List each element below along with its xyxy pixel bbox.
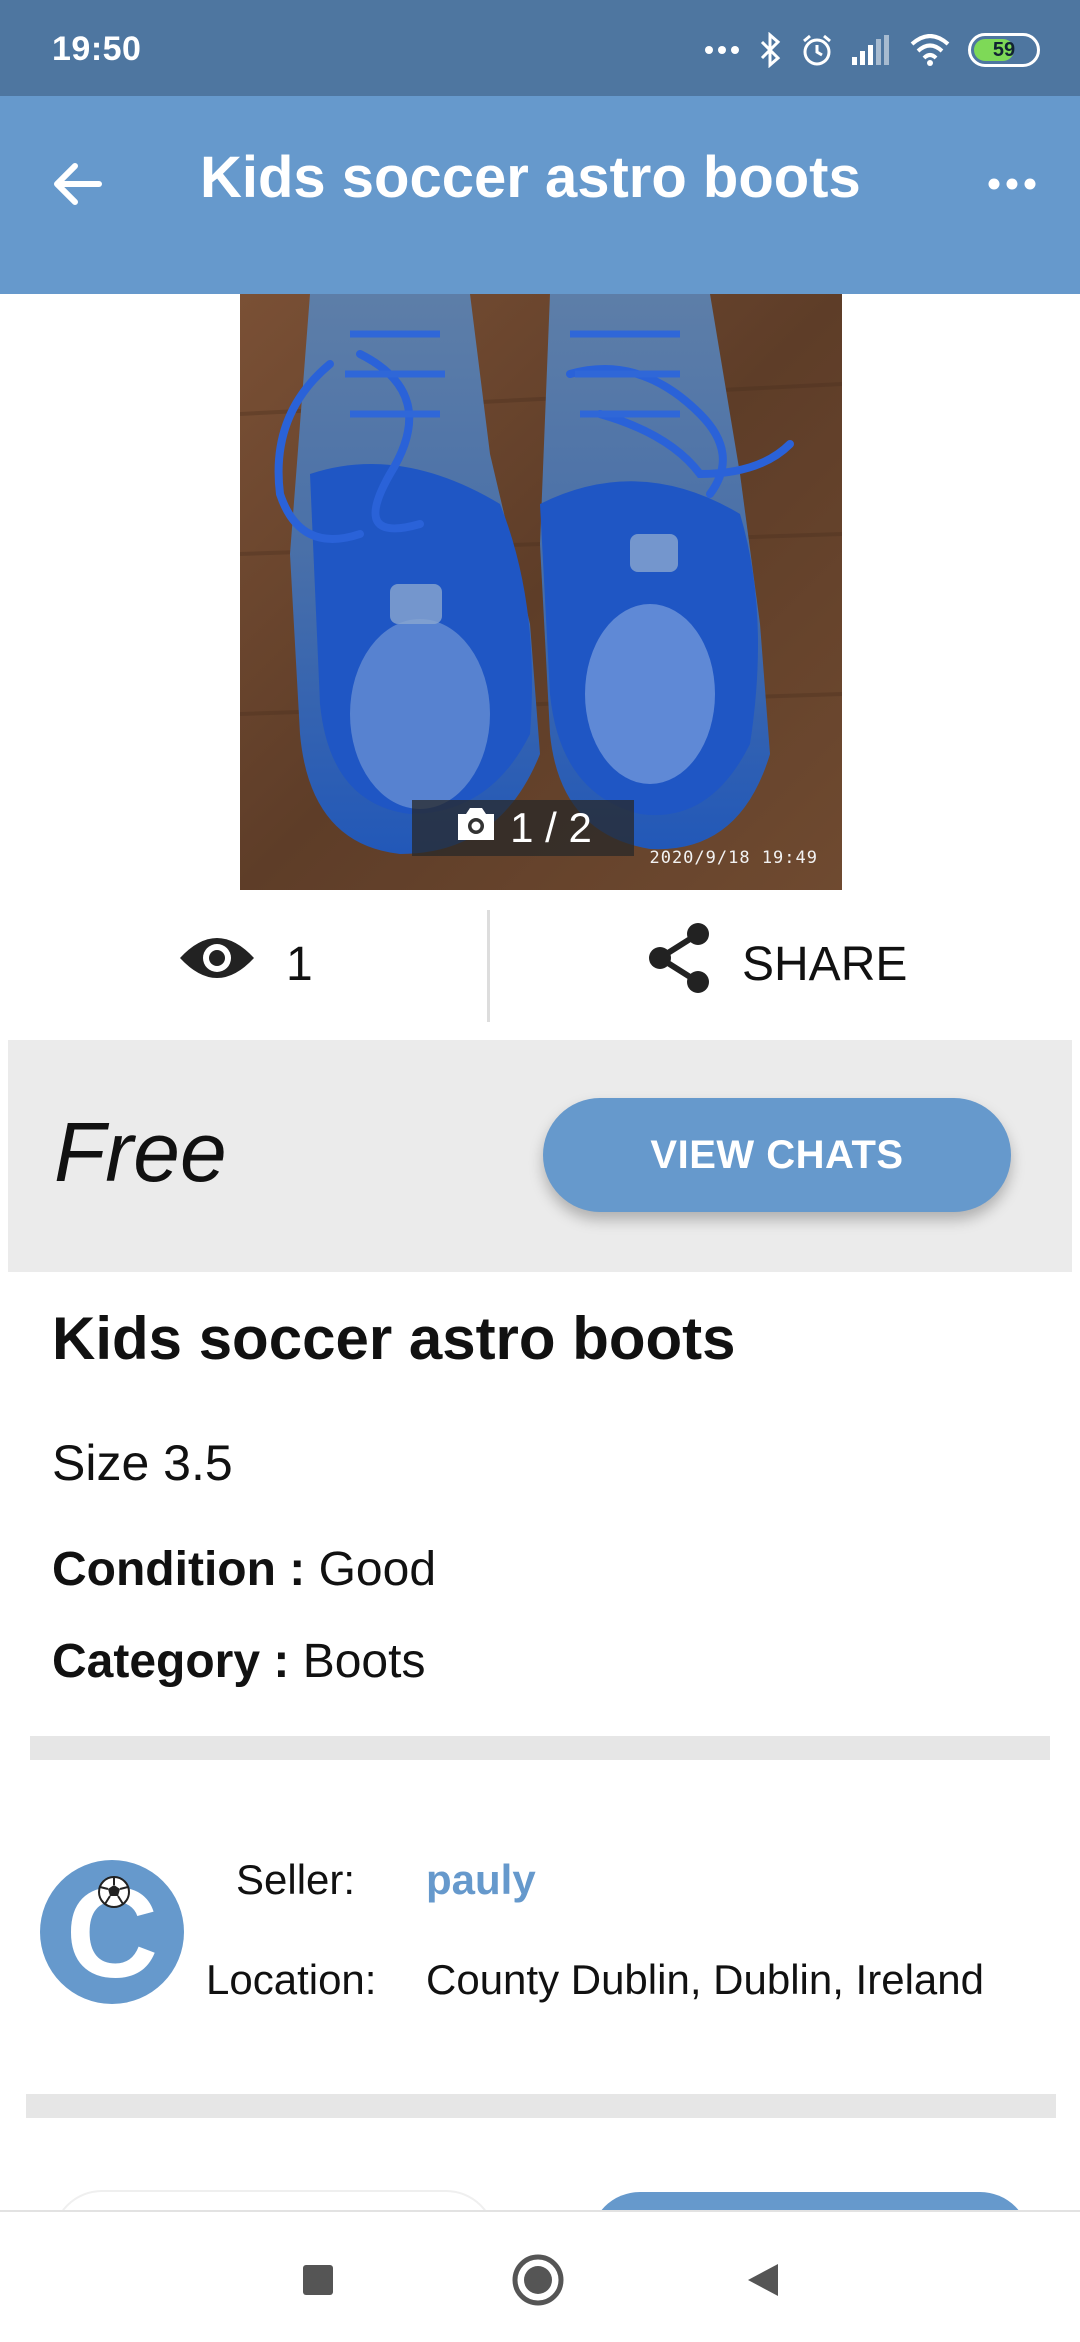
- stats-divider: [487, 910, 490, 1022]
- app-bar: Kids soccer astro boots: [0, 96, 1080, 294]
- system-nav-bar: [0, 2210, 1080, 2342]
- item-title: Kids soccer astro boots: [52, 1305, 736, 1372]
- category-row: Category : Boots: [52, 1634, 425, 1689]
- location-value: County Dublin, Dublin, Ireland: [426, 1956, 984, 2003]
- condition-row: Condition : Good: [52, 1542, 436, 1597]
- battery-icon: 59: [968, 33, 1040, 67]
- location-label: Location:: [206, 1956, 377, 2003]
- stats-row: 1 SHARE: [0, 904, 1080, 1022]
- seller-name-link[interactable]: pauly: [426, 1856, 536, 1904]
- back-button[interactable]: [40, 148, 116, 224]
- category-label: Category :: [52, 1635, 290, 1688]
- product-photo[interactable]: 1 / 2 2020/9/18 19:49: [240, 294, 842, 890]
- seller-label: Seller:: [236, 1856, 356, 1903]
- recents-button[interactable]: [286, 2250, 350, 2314]
- item-description: Size 3.5: [52, 1435, 233, 1491]
- divider: [26, 2094, 1056, 2118]
- view-chats-button[interactable]: VIEW CHATS: [543, 1098, 1011, 1212]
- triangle-back-icon: [742, 2260, 782, 2305]
- camera-icon: [454, 804, 498, 852]
- share-label: SHARE: [742, 937, 908, 991]
- views-count: 1: [178, 924, 313, 1004]
- views-count-text: 1: [286, 937, 313, 991]
- status-bar: 19:50 59: [0, 0, 1080, 96]
- home-button[interactable]: [506, 2250, 570, 2314]
- bluetooth-icon: [758, 32, 782, 68]
- share-button[interactable]: SHARE: [646, 922, 908, 1006]
- wifi-icon: [910, 34, 950, 66]
- back-nav-button[interactable]: [730, 2250, 794, 2314]
- battery-level: 59: [992, 39, 1016, 61]
- category-value: Boots: [302, 1635, 426, 1688]
- photo-counter: 1 / 2: [412, 800, 634, 856]
- more-dots-icon: [704, 45, 740, 55]
- page-title: Kids soccer astro boots: [200, 145, 861, 210]
- more-horizontal-icon: [988, 177, 1036, 195]
- square-icon: [301, 2263, 335, 2302]
- arrow-back-icon: [53, 162, 103, 211]
- soccer-ball-icon: [98, 1876, 130, 1908]
- eye-icon: [178, 932, 256, 996]
- seller-avatar[interactable]: C: [40, 1860, 184, 2004]
- status-icons: 59: [704, 28, 1040, 72]
- condition-label: Condition :: [52, 1543, 306, 1596]
- price: Free: [54, 1105, 227, 1199]
- photo-timestamp: 2020/9/18 19:49: [649, 848, 818, 868]
- status-time: 19:50: [52, 30, 142, 68]
- more-options-button[interactable]: [972, 158, 1052, 214]
- condition-value: Good: [318, 1543, 437, 1596]
- price-panel: Free VIEW CHATS: [8, 1040, 1072, 1272]
- photo-counter-text: 1 / 2: [510, 804, 592, 851]
- divider: [30, 1736, 1050, 1760]
- home-circle-icon: [511, 2253, 565, 2312]
- signal-icon: [852, 35, 892, 65]
- share-icon: [646, 922, 714, 1006]
- alarm-icon: [800, 33, 834, 67]
